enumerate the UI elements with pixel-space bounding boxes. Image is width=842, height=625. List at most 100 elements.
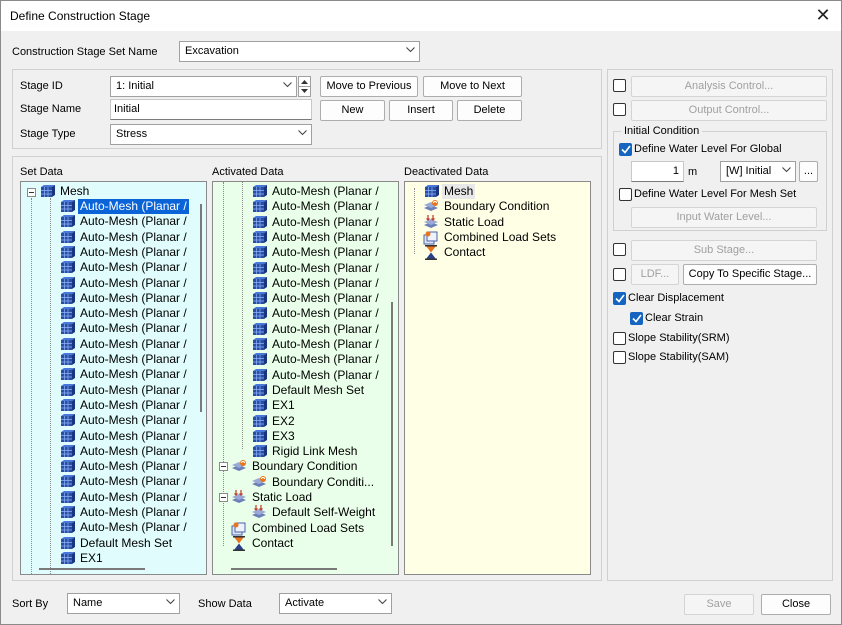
set-data-item[interactable]: Auto-Mesh (Planar / [59,413,189,428]
activated-data-tree[interactable]: Auto-Mesh (Planar / Auto-Mesh (Planar / Au… [212,181,399,575]
set-data-item[interactable]: Auto-Mesh (Planar / [59,398,189,413]
show-data-combo[interactable]: Activate [279,593,392,614]
set-data-item[interactable]: Auto-Mesh (Planar / [59,429,189,444]
stage-id-combo[interactable]: 1: Initial [110,76,297,97]
activated-data-item[interactable]: Auto-Mesh (Planar / [251,215,381,230]
set-data-item[interactable]: Auto-Mesh (Planar / [59,214,189,229]
analysis-control-button[interactable]: Analysis Control... [631,76,827,97]
deactivated-data-item[interactable]: Static Load [423,214,506,230]
tree-item-mesh[interactable]: Mesh [39,184,91,199]
set-data-item[interactable]: Auto-Mesh (Planar / [59,245,189,260]
deactivated-data-item[interactable]: Contact [423,245,487,261]
set-data-item[interactable]: Auto-Mesh (Planar / [59,505,189,520]
deactivated-data-tree[interactable]: Mesh Boundary Condition Static Load Combine… [404,181,591,575]
horizontal-scrollbar[interactable] [231,568,337,570]
set-data-item[interactable]: Auto-Mesh (Planar / [59,260,189,275]
sub-stage-checkbox[interactable] [613,243,626,256]
water-level-input[interactable]: 1 [631,161,684,182]
activated-data-item[interactable]: Auto-Mesh (Planar / [251,199,381,214]
tree-item-static-load[interactable]: Static Load [231,490,314,505]
water-level-combo[interactable]: [W] Initial [720,161,796,182]
output-control-checkbox[interactable] [613,103,626,116]
close-button[interactable]: Close [761,594,831,615]
copy-to-specific-stage-button[interactable]: Copy To Specific Stage... [683,264,817,285]
activated-data-item[interactable]: Auto-Mesh (Planar / [251,306,381,321]
clear-displacement-checkbox[interactable] [613,292,626,305]
set-data-item[interactable]: Auto-Mesh (Planar / [59,230,189,245]
tree-item-boundary-condition[interactable]: Boundary Condition [231,459,359,474]
set-data-item[interactable]: Default Mesh Set [59,536,174,551]
deactivated-data-item[interactable]: Boundary Condition [423,199,551,214]
deactivated-data-item[interactable]: Mesh [423,184,476,199]
ldf-button[interactable]: LDF... [631,264,679,285]
activated-data-item[interactable]: Auto-Mesh (Planar / [251,276,381,291]
collapse-toggle[interactable] [27,188,36,197]
set-data-item[interactable]: Auto-Mesh (Planar / [59,199,189,214]
water-level-ellipsis-button[interactable]: ... [799,161,818,182]
tree-item-combined-load-sets[interactable]: Combined Load Sets [231,521,366,536]
activated-data-item[interactable]: Default Self-Weight [251,505,377,520]
activated-data-item[interactable]: EX1 [251,398,297,413]
stage-set-combo[interactable]: Excavation [179,41,420,62]
set-data-item[interactable]: Auto-Mesh (Planar / [59,474,189,489]
slope-sam-checkbox[interactable] [613,351,626,364]
water-level-global-checkbox[interactable] [619,143,632,156]
analysis-control-checkbox[interactable] [613,79,626,92]
set-data-item[interactable]: Auto-Mesh (Planar / [59,490,189,505]
insert-button[interactable]: Insert [389,100,453,121]
set-data-item[interactable]: Auto-Mesh (Planar / [59,367,189,382]
output-control-button[interactable]: Output Control... [631,100,827,121]
activated-data-item[interactable]: EX2 [251,414,297,429]
activated-data-item[interactable]: Default Mesh Set [251,383,366,398]
set-data-item[interactable]: EX1 [59,551,105,566]
stage-name-input[interactable]: Initial [110,99,312,120]
vertical-scrollbar[interactable] [200,204,202,412]
activated-data-item[interactable]: Auto-Mesh (Planar / [251,368,381,383]
activated-data-item[interactable]: Auto-Mesh (Planar / [251,352,381,367]
activated-data-item[interactable]: Rigid Link Mesh [251,444,359,459]
set-data-item[interactable]: Auto-Mesh (Planar / [59,276,189,291]
activated-data-item[interactable]: Auto-Mesh (Planar / [251,230,381,245]
sub-stage-button[interactable]: Sub Stage... [631,240,817,261]
set-data-tree[interactable]: Mesh Auto-Mesh (Planar / Auto-Mesh (Plana… [20,181,207,575]
activated-data-item[interactable]: EX3 [251,429,297,444]
set-data-item[interactable]: Auto-Mesh (Planar / [59,383,189,398]
activated-data-item[interactable]: Auto-Mesh (Planar / [251,322,381,337]
move-to-next-button[interactable]: Move to Next [423,76,522,97]
move-to-previous-button[interactable]: Move to Previous [320,76,418,97]
activated-data-item[interactable]: Auto-Mesh (Planar / [251,245,381,260]
water-level-mesh-checkbox[interactable] [619,188,632,201]
clear-strain-checkbox[interactable] [630,312,643,325]
activated-data-item[interactable]: Auto-Mesh (Planar / [251,261,381,276]
slope-srm-checkbox[interactable] [613,332,626,345]
sort-by-combo[interactable]: Name [67,593,180,614]
water-level-global-label: Define Water Level For Global [634,143,782,155]
set-data-item[interactable]: Auto-Mesh (Planar / [59,352,189,367]
input-water-level-button[interactable]: Input Water Level... [631,207,817,228]
vertical-scrollbar[interactable] [391,302,393,546]
stage-id-spinner[interactable] [298,76,311,97]
close-icon[interactable]: ✕ [813,6,833,26]
chevron-down-icon [298,130,307,138]
deactivated-data-item[interactable]: Combined Load Sets [423,230,558,245]
collapse-toggle[interactable] [219,462,228,472]
tree-item-contact[interactable]: Contact [231,535,295,551]
activated-data-item[interactable]: Auto-Mesh (Planar / [251,291,381,306]
activated-data-item[interactable]: Auto-Mesh (Planar / [251,184,381,199]
delete-button[interactable]: Delete [457,100,522,121]
set-data-item[interactable]: Auto-Mesh (Planar / [59,306,189,321]
save-button[interactable]: Save [684,594,754,615]
activated-data-item[interactable]: Auto-Mesh (Planar / [251,337,381,352]
stage-type-combo[interactable]: Stress [110,124,312,145]
set-data-item[interactable]: Auto-Mesh (Planar / [59,291,189,306]
collapse-toggle[interactable] [219,493,228,502]
set-data-item[interactable]: Auto-Mesh (Planar / [59,459,189,474]
set-data-item[interactable]: Auto-Mesh (Planar / [59,444,189,459]
set-data-item[interactable]: Auto-Mesh (Planar / [59,321,189,336]
new-button[interactable]: New [320,100,385,121]
set-data-item[interactable]: Auto-Mesh (Planar / [59,337,189,352]
ldf-checkbox[interactable] [613,268,626,281]
set-data-item[interactable]: Auto-Mesh (Planar / [59,520,189,535]
activated-data-item[interactable]: Boundary Conditi... [251,475,376,490]
horizontal-scrollbar[interactable] [39,568,145,570]
